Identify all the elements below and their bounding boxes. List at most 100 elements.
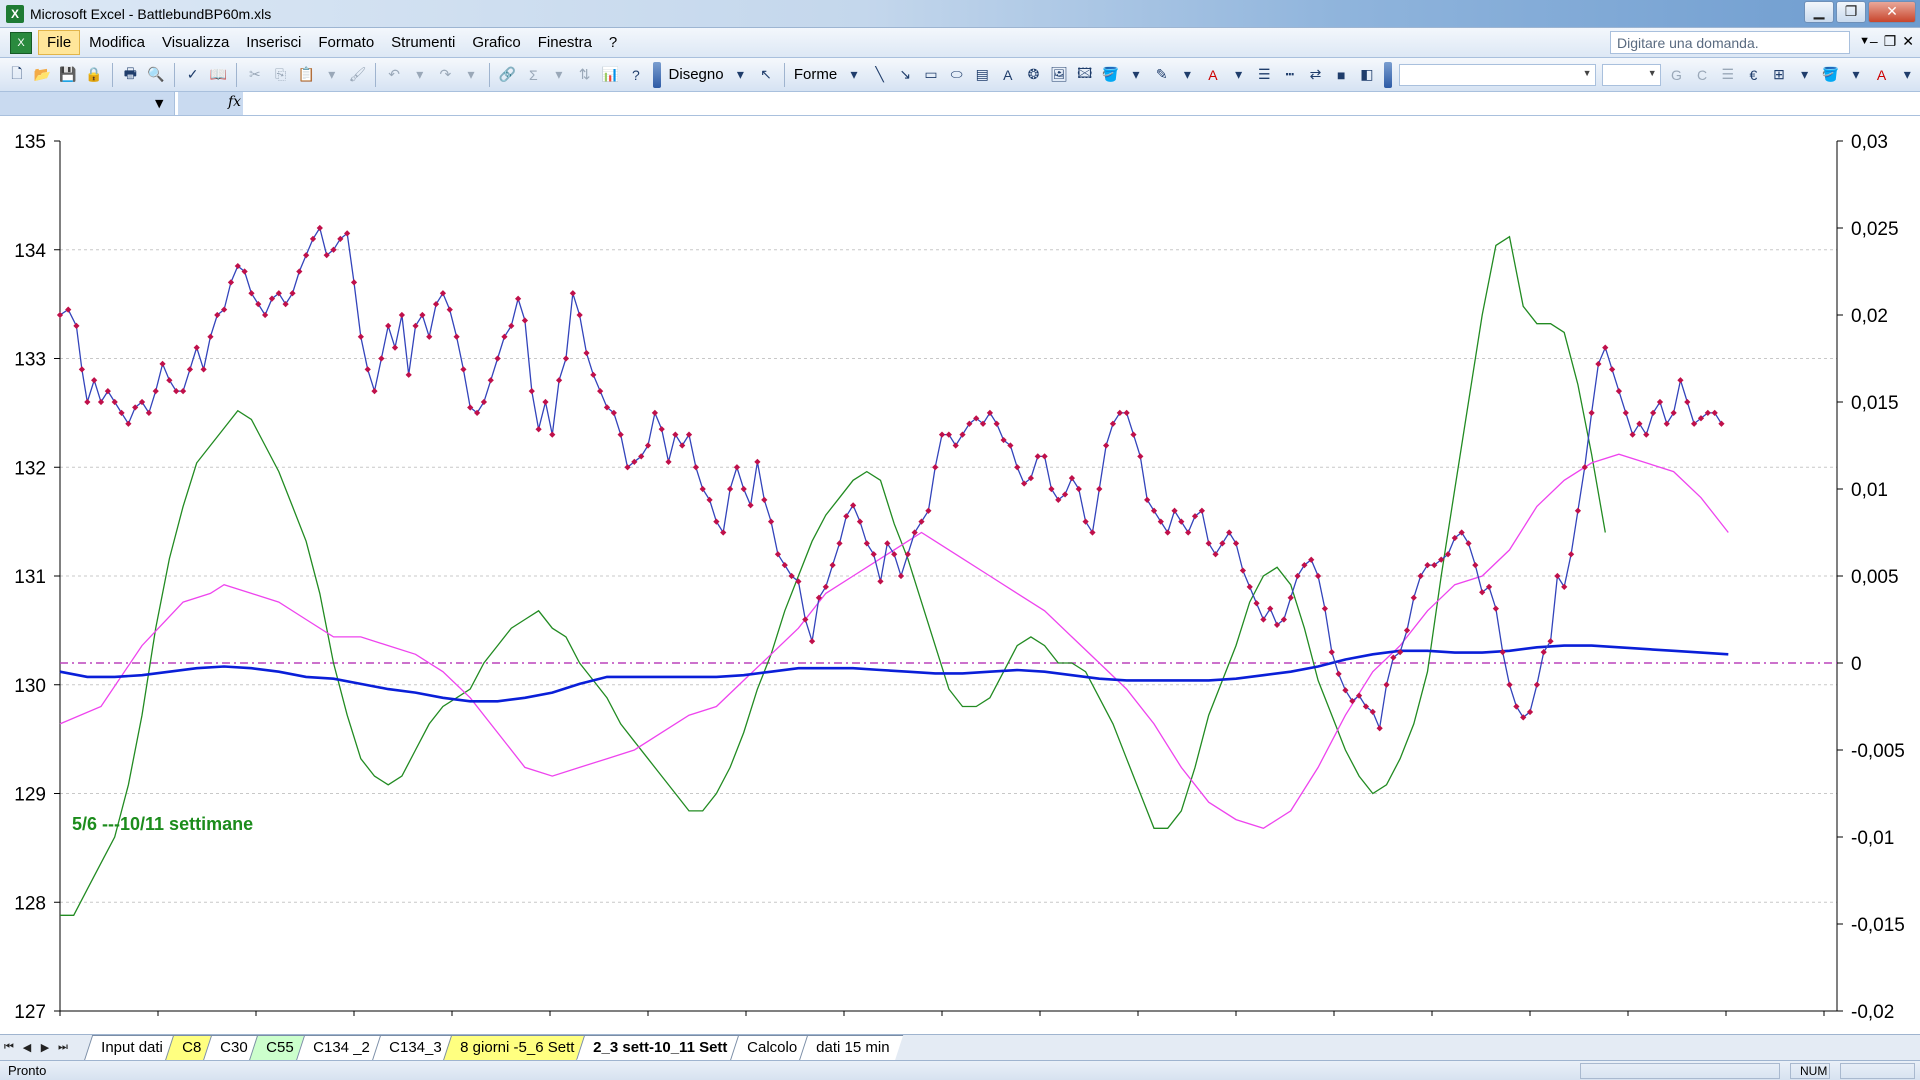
chevron-down-icon[interactable]: ▾ bbox=[1176, 63, 1200, 87]
chevron-down-icon[interactable]: ▼ bbox=[1859, 35, 1870, 47]
menu-strumenti[interactable]: Strumenti bbox=[383, 31, 463, 54]
bold-icon[interactable]: G bbox=[1665, 63, 1689, 87]
chevron-down-icon[interactable]: ▼ bbox=[155, 97, 163, 110]
menu-grafico[interactable]: Grafico bbox=[464, 31, 528, 54]
textbox-icon[interactable]: ▤ bbox=[970, 63, 994, 87]
line-color-icon[interactable]: ✎ bbox=[1150, 63, 1174, 87]
price-point bbox=[1554, 572, 1561, 580]
sheet-tab[interactable]: C134_3 bbox=[371, 1034, 456, 1061]
cut-icon[interactable]: ✂ bbox=[243, 63, 267, 87]
toolbar-options-icon[interactable] bbox=[1383, 61, 1392, 88]
prev-sheet-icon[interactable]: ◀ bbox=[18, 1041, 36, 1054]
research-icon[interactable]: 📖 bbox=[206, 63, 230, 87]
chevron-down-icon[interactable]: ▾ bbox=[842, 63, 866, 87]
left-tick-label: 133 bbox=[14, 350, 46, 371]
sheet-tab[interactable]: dati 15 min bbox=[798, 1034, 904, 1061]
redo-icon[interactable]: ↷ bbox=[434, 63, 458, 87]
insert-function-icon[interactable]: fx bbox=[178, 92, 243, 115]
workbook-icon[interactable]: X bbox=[10, 31, 32, 54]
menu-inserisci[interactable]: Inserisci bbox=[238, 31, 309, 54]
menu-finestra[interactable]: Finestra bbox=[530, 31, 600, 54]
doc-restore-button[interactable]: ❐ bbox=[1884, 33, 1897, 50]
line-icon[interactable]: ╲ bbox=[868, 63, 892, 87]
chevron-down-icon[interactable]: ▾ bbox=[1844, 63, 1868, 87]
menu-help[interactable]: ? bbox=[601, 31, 625, 54]
chevron-down-icon[interactable]: ▾ bbox=[1227, 63, 1251, 87]
chart-wizard-icon[interactable]: 📊 bbox=[598, 63, 622, 87]
font-size-combo[interactable] bbox=[1601, 63, 1661, 86]
next-sheet-icon[interactable]: ▶ bbox=[36, 1041, 54, 1054]
shadow-icon[interactable]: ■ bbox=[1329, 63, 1353, 87]
price-point bbox=[480, 398, 488, 406]
print-icon[interactable]: 🖶 bbox=[119, 63, 143, 87]
format-painter-icon[interactable]: 🖌 bbox=[346, 63, 370, 87]
chevron-down-icon[interactable]: ▾ bbox=[459, 63, 483, 87]
euro-icon[interactable]: € bbox=[1742, 63, 1766, 87]
sort-icon[interactable]: ⇅ bbox=[573, 63, 597, 87]
picture-icon[interactable]: 🖾 bbox=[1073, 63, 1097, 87]
diagram-icon[interactable]: ❂ bbox=[1022, 63, 1046, 87]
sheet-tab[interactable]: Calcolo bbox=[729, 1034, 812, 1061]
menu-modifica[interactable]: Modifica bbox=[81, 31, 153, 54]
open-folder-icon[interactable]: 📂 bbox=[31, 63, 55, 87]
excel-app-icon[interactable]: X bbox=[6, 4, 24, 23]
doc-close-button[interactable]: ✕ bbox=[1902, 33, 1914, 50]
fill-color-icon[interactable]: 🪣 bbox=[1099, 63, 1123, 87]
minimize-button[interactable]: ▁ bbox=[1804, 1, 1834, 23]
last-sheet-icon[interactable]: ⏭ bbox=[54, 1041, 72, 1054]
paste-icon[interactable]: 📋 bbox=[294, 63, 318, 87]
spelling-icon[interactable]: ✓ bbox=[181, 63, 205, 87]
dash-style-icon[interactable]: ┅ bbox=[1278, 63, 1302, 87]
undo-icon[interactable]: ↶ bbox=[382, 63, 406, 87]
sheet-tab[interactable]: Input dati bbox=[83, 1034, 177, 1061]
italic-icon[interactable]: C bbox=[1690, 63, 1714, 87]
clipart-icon[interactable]: 🖼 bbox=[1047, 63, 1071, 87]
sheet-tab[interactable]: 2_3 sett-10_11 Sett bbox=[576, 1034, 742, 1061]
chart-sheet[interactable]: 127 128 129 130 131 132 133 134 135 -0,02 -0,015 -0… bbox=[0, 116, 1920, 1034]
copy-icon[interactable]: ⎘ bbox=[269, 63, 293, 87]
insert-link-icon[interactable]: 🔗 bbox=[496, 63, 520, 87]
font-color-icon[interactable]: A bbox=[1201, 63, 1225, 87]
ask-question-input[interactable]: Digitare una domanda. bbox=[1610, 31, 1850, 54]
fill-color-icon[interactable]: 🪣 bbox=[1819, 63, 1843, 87]
arrow-style-icon[interactable]: ⇄ bbox=[1304, 63, 1328, 87]
save-icon[interactable]: 💾 bbox=[56, 63, 80, 87]
sheet-tab[interactable]: 8 giorni -5_6 Sett bbox=[443, 1034, 589, 1061]
close-window-button[interactable]: ✕ bbox=[1868, 1, 1916, 23]
name-box[interactable] bbox=[0, 92, 175, 115]
arrow-icon[interactable]: ↘ bbox=[893, 63, 917, 87]
doc-minimize-button[interactable]: ‒ bbox=[1870, 33, 1878, 50]
chevron-down-icon[interactable]: ▾ bbox=[547, 63, 571, 87]
chevron-down-icon[interactable]: ▾ bbox=[729, 63, 753, 87]
font-name-combo[interactable] bbox=[1398, 63, 1596, 86]
first-sheet-icon[interactable]: ⏮ bbox=[0, 1041, 18, 1054]
select-pointer-icon[interactable]: ↖ bbox=[754, 63, 778, 87]
sheet-tab[interactable]: C134 _2 bbox=[295, 1034, 384, 1061]
font-color-icon[interactable]: A bbox=[1870, 63, 1894, 87]
chevron-down-icon[interactable]: ▾ bbox=[1793, 63, 1817, 87]
line-style-icon[interactable]: ☰ bbox=[1252, 63, 1276, 87]
align-icon[interactable]: ☰ bbox=[1716, 63, 1740, 87]
permission-icon[interactable]: 🔒 bbox=[82, 63, 106, 87]
draw-menu[interactable]: Disegno bbox=[665, 66, 728, 83]
menu-formato[interactable]: Formato bbox=[310, 31, 382, 54]
chevron-down-icon[interactable]: ▾ bbox=[408, 63, 432, 87]
help-icon[interactable]: ? bbox=[624, 63, 648, 87]
toolbar-options-icon[interactable] bbox=[652, 61, 661, 88]
borders-icon[interactable]: ⊞ bbox=[1767, 63, 1791, 87]
oval-icon[interactable]: ⬭ bbox=[945, 63, 969, 87]
new-icon[interactable]: 🗋 bbox=[5, 63, 29, 87]
menu-visualizza[interactable]: Visualizza bbox=[154, 31, 237, 54]
chevron-down-icon[interactable]: ▾ bbox=[320, 63, 344, 87]
wordart-icon[interactable]: A bbox=[996, 63, 1020, 87]
chart-svg[interactable]: 127 128 129 130 131 132 133 134 135 -0,02 -0,015 -0… bbox=[0, 116, 1920, 1034]
shapes-menu[interactable]: Forme bbox=[790, 66, 841, 83]
rectangle-icon[interactable]: ▭ bbox=[919, 63, 943, 87]
print-preview-icon[interactable]: 🔍 bbox=[144, 63, 168, 87]
3d-icon[interactable]: ◧ bbox=[1355, 63, 1379, 87]
chevron-down-icon[interactable]: ▾ bbox=[1124, 63, 1148, 87]
restore-button[interactable]: ❐ bbox=[1836, 1, 1866, 23]
autosum-icon[interactable]: Σ bbox=[521, 63, 545, 87]
chevron-down-icon[interactable]: ▾ bbox=[1895, 63, 1919, 87]
menu-file[interactable]: File bbox=[38, 30, 81, 55]
